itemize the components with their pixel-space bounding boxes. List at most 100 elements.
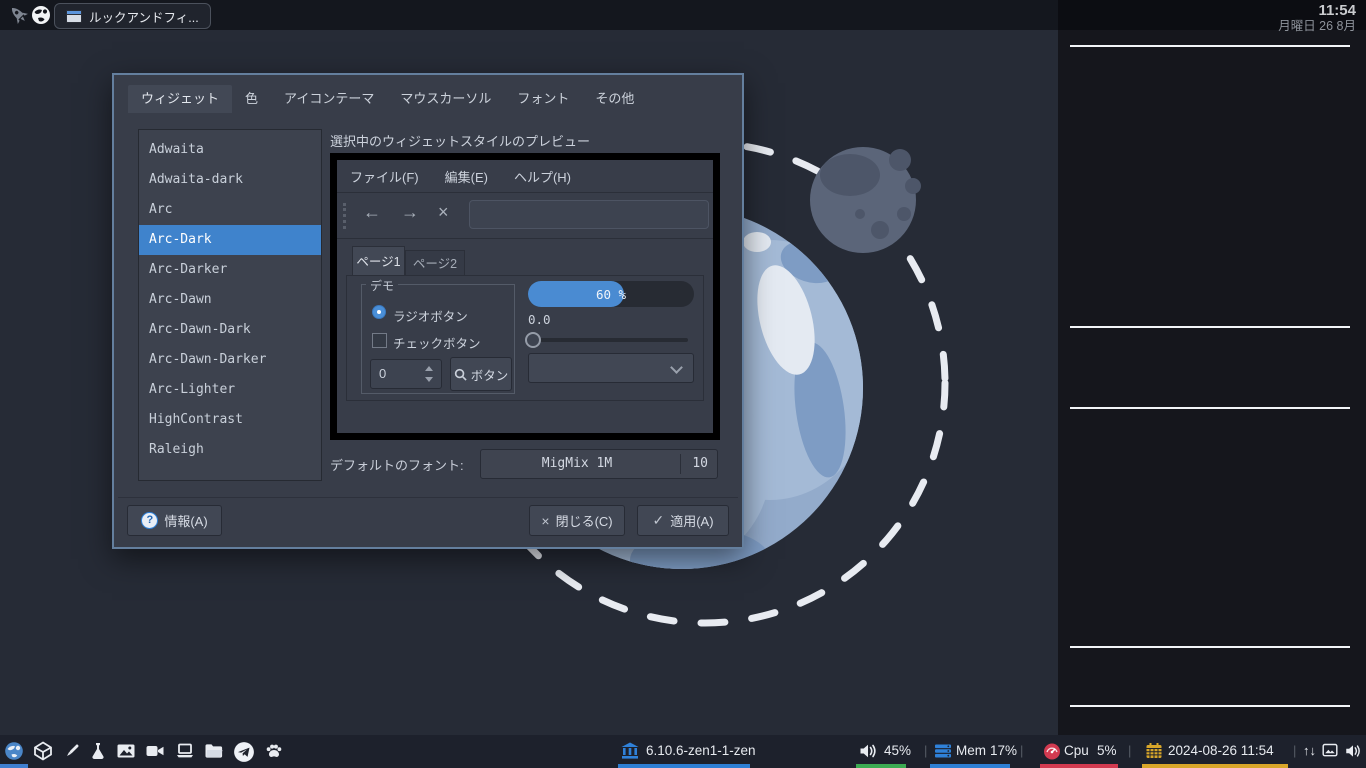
- cpu-underline: [1040, 764, 1118, 768]
- tab-widget[interactable]: ウィジェット: [128, 85, 233, 113]
- memory-icon: [935, 744, 951, 758]
- slider-track[interactable]: [528, 338, 688, 342]
- close-button[interactable]: × 閉じる(C): [529, 505, 625, 536]
- separator: |: [1293, 743, 1297, 758]
- sidebar-separator-line: [1070, 705, 1350, 707]
- check-icon: ✓: [652, 512, 665, 528]
- preview-tab-page2[interactable]: ページ2: [405, 250, 465, 276]
- theme-list-item[interactable]: Adwaita: [139, 135, 321, 165]
- font-picker[interactable]: MigMix 1M 10: [480, 449, 718, 479]
- demo-button[interactable]: ボタン: [450, 357, 512, 391]
- theme-list-item[interactable]: Arc-Darker: [139, 255, 321, 285]
- spinbox[interactable]: 0: [370, 359, 442, 389]
- globe-icon[interactable]: [31, 5, 51, 25]
- radio-label: ラジオボタン: [393, 310, 468, 324]
- video-camera-icon[interactable]: [144, 741, 166, 761]
- combobox[interactable]: [528, 353, 694, 383]
- mem-value[interactable]: 17%: [990, 743, 1017, 758]
- apply-button[interactable]: ✓ 適用(A): [637, 505, 729, 536]
- tab-other[interactable]: その他: [582, 85, 647, 113]
- theme-list-item[interactable]: Arc: [139, 195, 321, 225]
- menu-file[interactable]: ファイル(F): [350, 167, 419, 186]
- toolbar-grip[interactable]: [343, 203, 346, 229]
- sidebar-separator-line: [1070, 326, 1350, 328]
- tab-font[interactable]: フォント: [504, 85, 582, 113]
- preview-caption: 選択中のウィジェットスタイルのプレビュー: [330, 134, 591, 149]
- kernel-version[interactable]: 6.10.6-zen1-1-zen: [646, 743, 756, 758]
- theme-list: Adwaita Adwaita-dark Arc Arc-Dark Arc-Da…: [138, 129, 322, 481]
- slider-handle[interactable]: [525, 332, 541, 348]
- theme-list-item[interactable]: Arc-Dawn: [139, 285, 321, 315]
- datetime-text[interactable]: 2024-08-26 11:54: [1168, 743, 1274, 758]
- look-and-feel-dialog: ウィジェット 色 アイコンテーマ マウスカーソル フォント その他 Adwait…: [112, 73, 744, 549]
- radio-button[interactable]: [372, 305, 386, 319]
- volume-icon[interactable]: [858, 741, 878, 761]
- forward-arrow-icon[interactable]: →: [401, 202, 419, 223]
- spin-down-icon[interactable]: [425, 377, 433, 382]
- image-viewer-icon[interactable]: [115, 741, 137, 761]
- theme-list-item[interactable]: HighContrast: [139, 405, 321, 435]
- info-button[interactable]: ? 情報(A): [127, 505, 222, 536]
- box-cube-icon[interactable]: [33, 741, 53, 761]
- menu-edit[interactable]: 編集(E): [445, 167, 488, 186]
- question-mark-icon: ?: [141, 512, 159, 529]
- separator: |: [1020, 743, 1024, 758]
- preview-tab-page1[interactable]: ページ1: [352, 246, 405, 276]
- kernel-bank-icon: [621, 742, 639, 759]
- cpu-value[interactable]: 5%: [1097, 743, 1117, 758]
- tab-color[interactable]: 色: [232, 85, 271, 113]
- progress-bar: 60 %: [528, 281, 694, 307]
- theme-list-item[interactable]: Arc-Dawn-Dark: [139, 315, 321, 345]
- spinbox-value: 0: [379, 366, 387, 381]
- calendar-icon[interactable]: [1144, 741, 1164, 761]
- back-arrow-icon[interactable]: ←: [363, 202, 381, 223]
- flask-icon[interactable]: [88, 741, 108, 761]
- menu-help[interactable]: ヘルプ(H): [514, 167, 571, 186]
- theme-list-item[interactable]: Arc-Lighter: [139, 375, 321, 405]
- preview-tab-pane: デモ ラジオボタン チェックボタン 0 ボタン 60 % 0.0: [346, 275, 704, 401]
- sidebar-clock: 11:54 月曜日 26 8月: [1278, 2, 1356, 34]
- volume-percent[interactable]: 45%: [884, 743, 911, 758]
- tab-mouse-cursor[interactable]: マウスカーソル: [387, 85, 504, 113]
- pen-icon[interactable]: [62, 741, 82, 761]
- datetime-underline: [1142, 764, 1288, 768]
- mem-label[interactable]: Mem: [956, 743, 986, 758]
- theme-list-item[interactable]: Adwaita-dark: [139, 165, 321, 195]
- demo-groupbox: デモ ラジオボタン チェックボタン 0 ボタン: [361, 277, 515, 394]
- tray-volume-icon[interactable]: [1344, 741, 1362, 761]
- tray-image-icon[interactable]: [1322, 743, 1338, 758]
- checkbox-label: チェックボタン: [393, 337, 481, 351]
- volume-underline: [856, 764, 906, 768]
- preview-text-entry[interactable]: [469, 200, 709, 229]
- tab-icon-theme[interactable]: アイコンテーマ: [271, 85, 387, 113]
- theme-list-item-selected[interactable]: Arc-Dark: [139, 225, 321, 255]
- file-manager-folder-icon[interactable]: [203, 741, 225, 761]
- font-size: 10: [692, 456, 708, 471]
- widget-style-preview: ファイル(F) 編集(E) ヘルプ(H) ← → × ページ1 ページ2 デモ …: [330, 153, 720, 440]
- active-task-underline: [0, 764, 28, 768]
- telegram-icon[interactable]: [233, 741, 255, 763]
- cpu-label[interactable]: Cpu: [1064, 743, 1089, 758]
- default-font-label: デフォルトのフォント:: [330, 458, 464, 473]
- info-button-label: 情報(A): [164, 514, 208, 529]
- font-name: MigMix 1M: [541, 456, 613, 471]
- paw-icon[interactable]: [263, 741, 285, 761]
- rocket-icon[interactable]: [8, 4, 30, 26]
- sidebar-separator-line: [1070, 646, 1350, 648]
- preview-toolbar: ← → ×: [337, 193, 713, 239]
- dialog-separator: [118, 497, 738, 498]
- mem-underline: [930, 764, 1010, 768]
- spin-up-icon[interactable]: [425, 366, 433, 371]
- close-icon[interactable]: ×: [438, 202, 449, 223]
- browser-globe-icon[interactable]: [4, 741, 24, 761]
- taskbar-window-button[interactable]: ルックアンドフィ...: [54, 3, 211, 29]
- sidebar-separator-line: [1070, 407, 1350, 409]
- laptop-icon[interactable]: [174, 741, 196, 761]
- font-picker-divider: [680, 454, 681, 474]
- theme-list-item[interactable]: Arc-Dawn-Darker: [139, 345, 321, 375]
- checkbox[interactable]: [372, 333, 387, 348]
- theme-list-item[interactable]: Raleigh: [139, 435, 321, 465]
- network-arrows-icon[interactable]: ↑↓: [1303, 743, 1316, 758]
- separator: |: [1128, 743, 1132, 758]
- preview-menubar: ファイル(F) 編集(E) ヘルプ(H): [337, 160, 713, 193]
